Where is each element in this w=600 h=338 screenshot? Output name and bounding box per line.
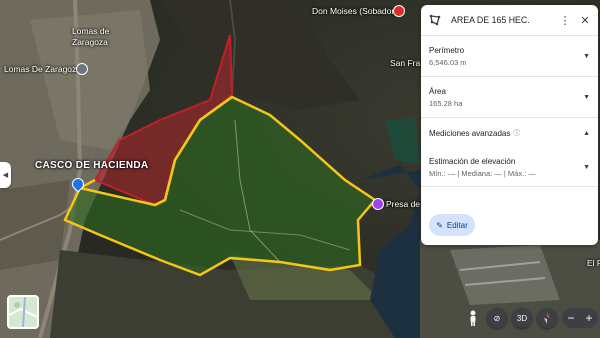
pencil-icon: ✎	[436, 220, 443, 230]
elevation-label: Estimación de elevación	[429, 156, 516, 166]
map-pin-icon[interactable]	[76, 63, 88, 75]
caret-down-icon[interactable]: ▼	[583, 164, 590, 171]
collapse-side-panel-button[interactable]: ◀	[0, 162, 11, 188]
map-label-lomas-de-zaragoza: Lomas De Zaragoza	[4, 64, 82, 74]
map-label-lomas-2: Zaragoza	[72, 37, 108, 47]
measurement-panel: AREA DE 165 HEC. ⋮ ✕ Perímetro 6,546.03 …	[421, 5, 598, 245]
no-imagery-icon: ⊘	[493, 313, 501, 323]
area-value: 165.28 ha	[429, 98, 463, 108]
edit-button[interactable]: ✎ Editar	[429, 214, 475, 236]
area-row[interactable]: Área 165.28 ha ▼	[421, 77, 598, 118]
hide-imagery-button[interactable]: ⊘	[487, 308, 507, 328]
map-label-el-p: El P	[587, 258, 600, 268]
polygon-icon	[429, 14, 441, 26]
zoom-in-button[interactable]: +	[581, 311, 597, 325]
perimeter-value: 6,546.03 m	[429, 57, 467, 67]
elevation-row[interactable]: Estimación de elevación Mín.: — | Median…	[421, 148, 598, 187]
map-thumbnail-icon	[9, 297, 37, 327]
compass-button[interactable]	[537, 308, 557, 328]
layers-button[interactable]	[7, 295, 39, 329]
map-label-presa: Presa de	[386, 199, 421, 209]
pegman-icon[interactable]	[468, 310, 478, 326]
map-label-san-fra: San Fra	[390, 58, 421, 68]
more-vert-icon[interactable]: ⋮	[558, 13, 572, 27]
perimeter-row[interactable]: Perímetro 6,546.03 m ▼	[421, 36, 598, 77]
perimeter-label: Perímetro	[429, 45, 465, 55]
3d-label: 3D	[516, 313, 528, 323]
toggle-3d-button[interactable]: 3D	[512, 308, 532, 328]
edit-button-label: Editar	[446, 220, 468, 230]
compass-icon	[544, 312, 550, 324]
elevation-value: Mín.: — | Mediana: — | Máx.: —	[429, 168, 536, 178]
presa-pin-icon[interactable]	[372, 198, 384, 210]
close-icon[interactable]: ✕	[578, 13, 592, 27]
zoom-control: − +	[562, 308, 598, 328]
caret-down-icon[interactable]: ▼	[583, 94, 590, 101]
map-label-lomas-1: Lomas de	[72, 26, 110, 36]
zoom-out-button[interactable]: −	[563, 311, 579, 325]
area-label: Área	[429, 86, 446, 96]
map-label-don-moises: Don Moises (Sobador)	[312, 6, 398, 16]
advanced-label: Mediciones avanzadas	[429, 128, 511, 138]
panel-header: AREA DE 165 HEC. ⋮ ✕	[421, 5, 598, 36]
panel-title: AREA DE 165 HEC.	[451, 15, 530, 25]
info-icon[interactable]: ⓘ	[513, 128, 520, 138]
chevron-left-icon: ◀	[2, 172, 9, 179]
place-pin-icon[interactable]	[393, 5, 405, 17]
advanced-measurements-row[interactable]: Mediciones avanzadas ⓘ ▲	[421, 118, 598, 148]
caret-down-icon[interactable]: ▼	[583, 53, 590, 60]
caret-up-icon[interactable]: ▲	[583, 130, 590, 137]
map-label-casco: CASCO DE HACIENDA	[35, 160, 149, 171]
